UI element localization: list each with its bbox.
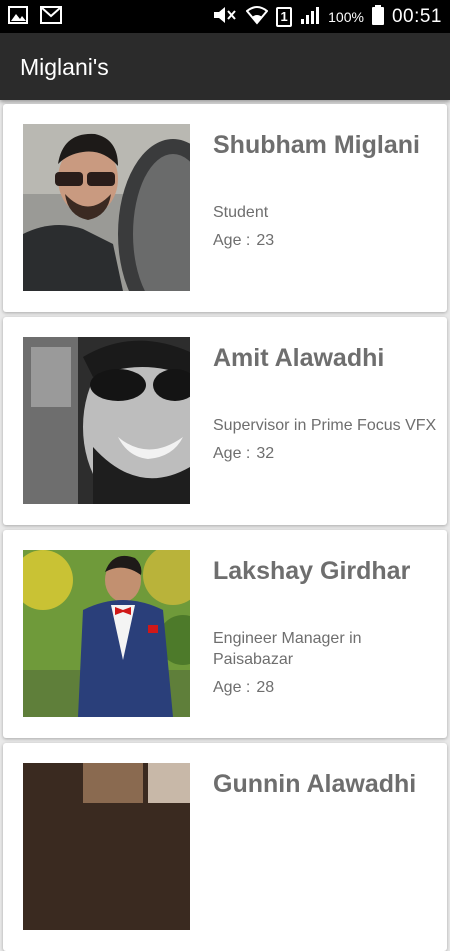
battery-icon <box>371 4 384 30</box>
person-age-row: Age : 32 <box>213 445 438 463</box>
signal-icon <box>300 5 320 30</box>
app-bar: Miglani's <box>0 33 450 100</box>
wifi-icon <box>245 5 269 30</box>
person-occupation: Student <box>213 204 269 221</box>
battery-percentage: 100% <box>328 9 364 25</box>
person-age-row: Age : 23 <box>213 232 438 250</box>
person-age: 28 <box>256 679 275 696</box>
person-info: Gunnin Alawadhi <box>213 769 438 799</box>
person-name: Lakshay Girdhar <box>213 557 411 585</box>
person-age: 32 <box>256 445 275 462</box>
person-age-row: Age : 28 <box>213 679 438 697</box>
person-occupation: Engineer Manager in Paisabazar <box>213 630 362 668</box>
person-photo <box>23 550 190 717</box>
sim-indicator: 1 <box>276 7 293 27</box>
gmail-notification-icon <box>40 6 62 29</box>
person-card[interactable]: Shubham Miglani Student Age : 23 <box>3 104 447 312</box>
age-label: Age : <box>213 679 251 696</box>
person-card[interactable]: Gunnin Alawadhi <box>3 743 447 951</box>
clock: 00:51 <box>391 6 442 27</box>
person-info: Amit Alawadhi Supervisor in Prime Focus … <box>213 343 438 463</box>
person-name: Shubham Miglani <box>213 131 420 159</box>
status-bar: 1 100% 00:51 <box>0 0 450 33</box>
person-name: Gunnin Alawadhi <box>213 770 417 798</box>
gallery-notification-icon <box>8 6 28 29</box>
person-card[interactable]: Amit Alawadhi Supervisor in Prime Focus … <box>3 317 447 525</box>
person-photo <box>23 124 190 291</box>
age-label: Age : <box>213 445 251 462</box>
person-card[interactable]: Lakshay Girdhar Engineer Manager in Pais… <box>3 530 447 738</box>
age-label: Age : <box>213 232 251 249</box>
person-photo <box>23 763 190 930</box>
person-photo <box>23 337 190 504</box>
person-name: Amit Alawadhi <box>213 344 385 372</box>
person-info: Shubham Miglani Student Age : 23 <box>213 130 438 250</box>
person-age: 23 <box>256 232 275 249</box>
person-info: Lakshay Girdhar Engineer Manager in Pais… <box>213 556 438 697</box>
person-occupation: Supervisor in Prime Focus VFX <box>213 417 437 434</box>
mute-icon <box>212 4 238 31</box>
app-title: Miglani's <box>20 54 109 80</box>
